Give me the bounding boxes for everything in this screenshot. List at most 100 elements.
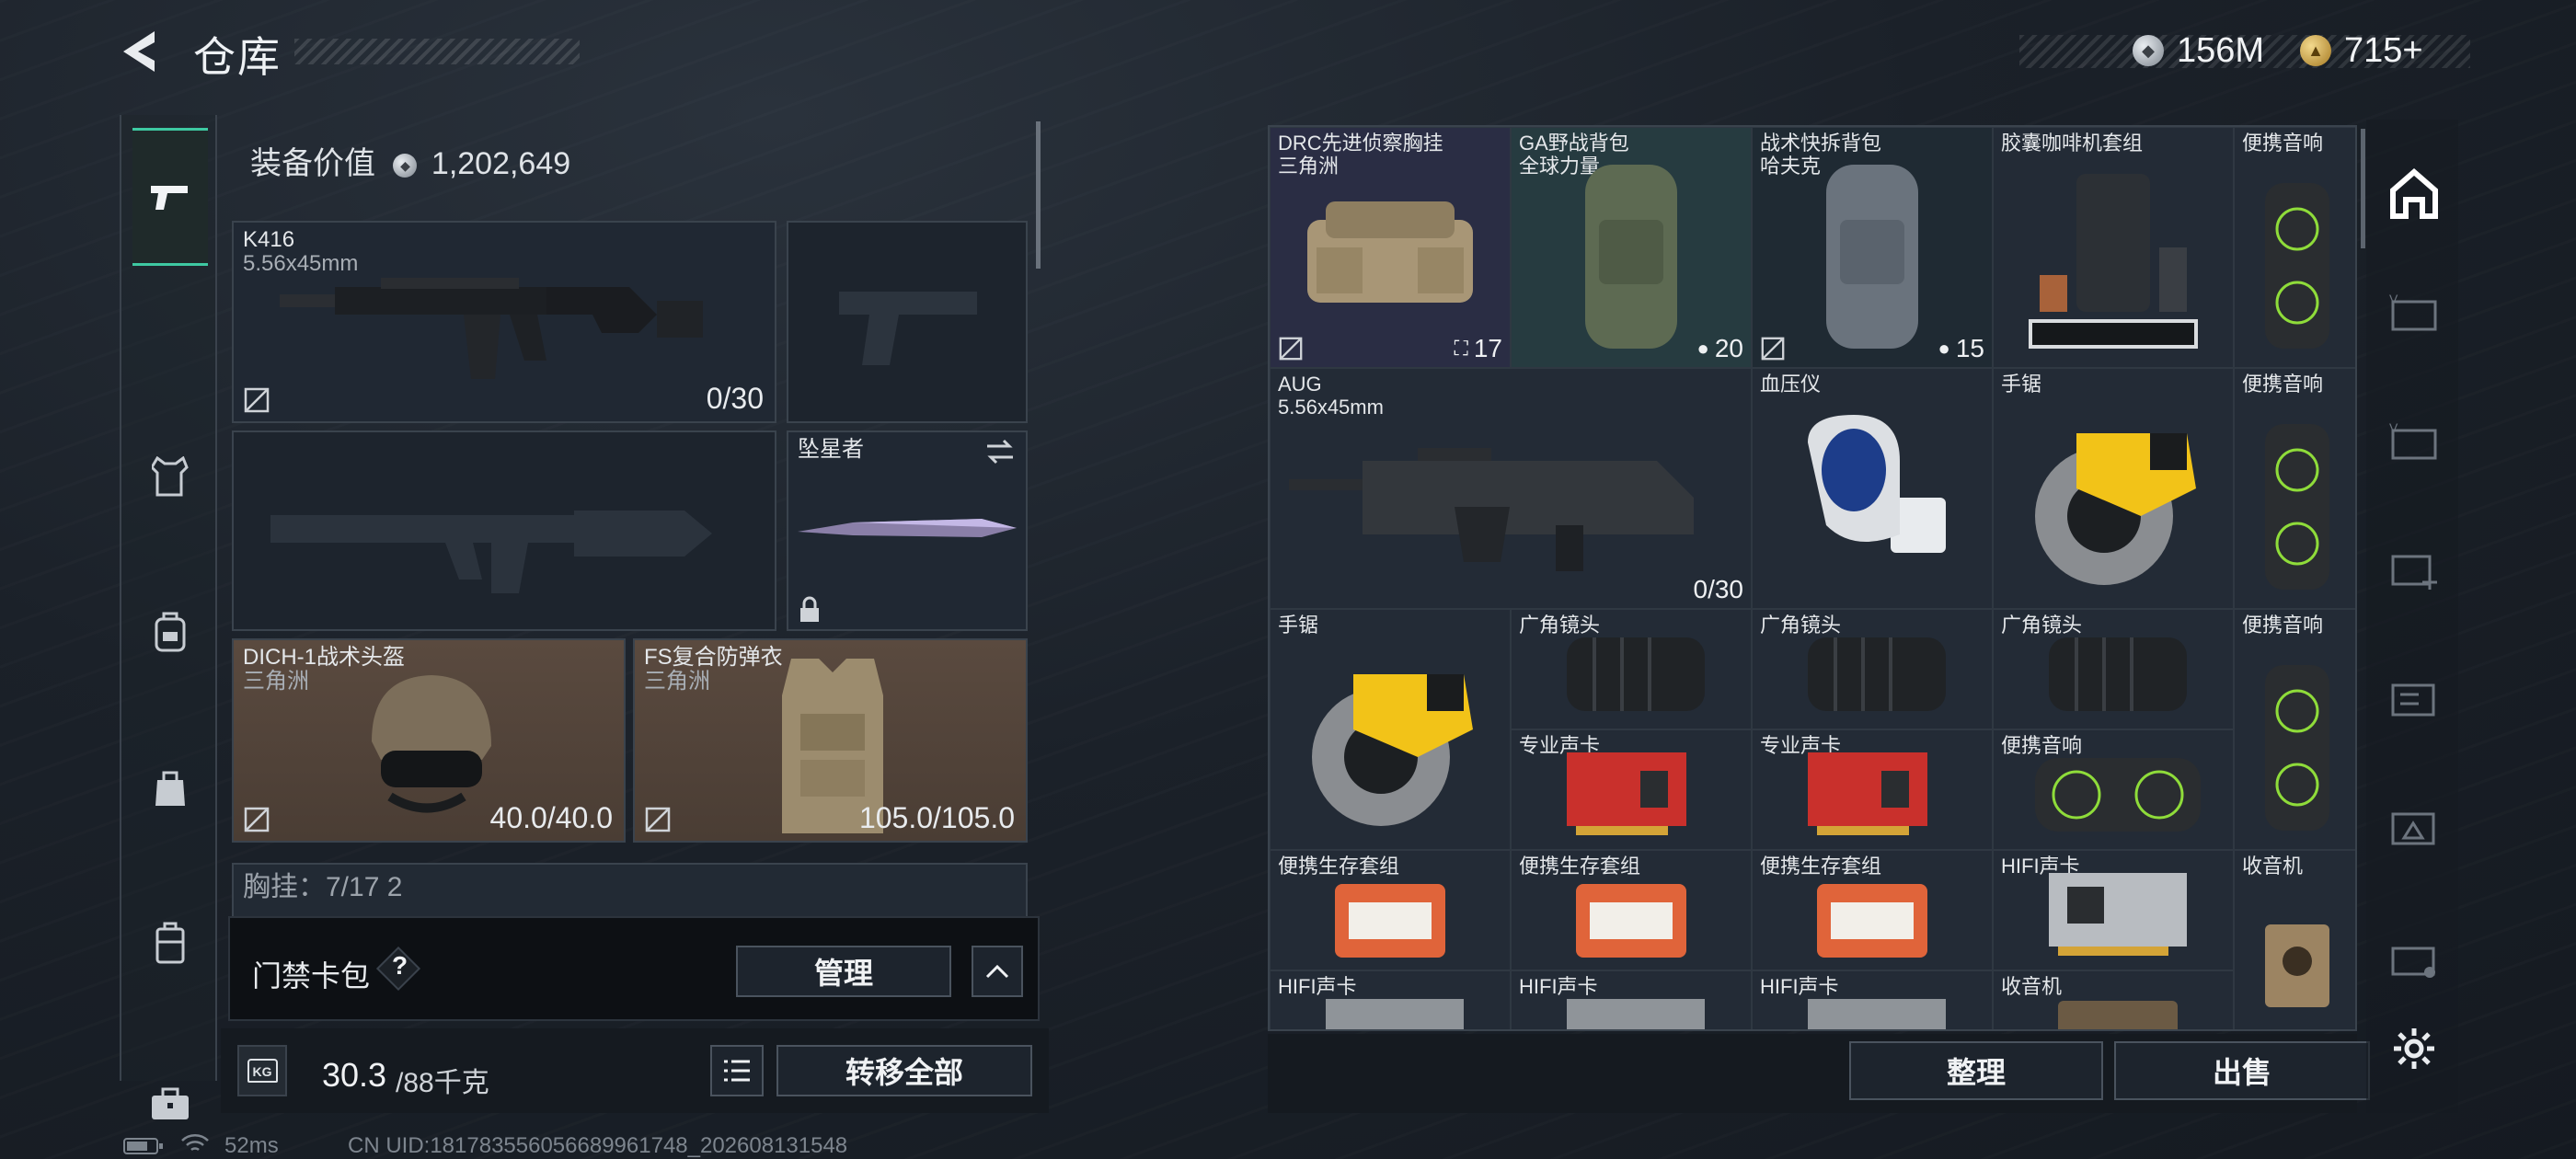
stash-item[interactable]: 手锯 — [1270, 609, 1511, 850]
sound-card-image — [1808, 752, 1927, 835]
stash-item[interactable]: 胶囊咖啡机套组 — [1993, 127, 2234, 368]
gold-currency-value: 715+ — [2344, 31, 2423, 70]
stash-item[interactable]: 战术快拆背包 哈夫克 ● 15 — [1752, 127, 1993, 368]
item-name: DRC先进侦察胸挂 — [1278, 132, 1443, 155]
aug-rifle-image — [1289, 448, 1694, 571]
sidebar-item-armor[interactable] — [132, 407, 208, 545]
equipment-value-row: 装备价值 ◆ 1,202,649 — [250, 138, 570, 183]
swap-icon[interactable] — [983, 438, 1017, 465]
page-title: 仓库 — [193, 33, 282, 81]
stash-item[interactable]: HIFI声卡 — [1270, 970, 1511, 1029]
coffee-machine-image — [2029, 174, 2198, 349]
backpack-icon: ● — [1938, 337, 1950, 360]
manage-button[interactable]: 管理 — [736, 946, 951, 997]
helmet-durability: 40.0/40.0 — [489, 801, 613, 834]
stash-item[interactable]: 便携音响 — [1993, 729, 2234, 850]
hifi-card-image — [1326, 999, 1464, 1029]
item-name: 手锯 — [1278, 614, 1319, 637]
helmet-slot[interactable]: DICH-1战术头盔 三角洲 40.0/40.0 — [232, 638, 626, 843]
no-insure-icon — [244, 387, 270, 413]
stash-item[interactable]: HIFI声卡 — [1752, 970, 1993, 1029]
stash-tab-v2[interactable]: V — [2374, 396, 2455, 488]
stash-item[interactable]: 收音机 — [2234, 850, 2355, 1029]
backpack-image — [1826, 165, 1918, 349]
transfer-all-button[interactable]: 转移全部 — [776, 1045, 1032, 1096]
helmet-origin: 三角洲 — [243, 669, 309, 694]
primary-weapon-slot[interactable]: K416 5.56x45mm 0/30 — [232, 221, 776, 423]
stash-tab-v[interactable]: V — [2374, 267, 2455, 359]
item-name: 便携音响 — [2242, 614, 2324, 637]
list-icon — [724, 1060, 750, 1082]
sidebar-item-bag[interactable] — [132, 718, 208, 856]
survival-kit-image — [1576, 884, 1686, 958]
stash-item[interactable]: 专业声卡 — [1752, 729, 1993, 850]
stash-tab-gt[interactable] — [2374, 911, 2455, 1003]
item-name: 胶囊咖啡机套组 — [2001, 132, 2144, 155]
sidebar-item-weapon[interactable] — [132, 128, 208, 266]
case-icon — [155, 922, 185, 964]
no-insure-icon — [1761, 337, 1785, 361]
sell-button[interactable]: 出售 — [2114, 1041, 2370, 1100]
stash-scrollbar[interactable] — [2361, 129, 2365, 248]
back-arrow-icon[interactable] — [118, 28, 160, 75]
stash-item[interactable]: 广角镜头 — [1993, 609, 2234, 729]
sidebar-item-case[interactable] — [132, 874, 208, 1012]
circular-saw-image — [2035, 433, 2196, 585]
secondary-rifle-slot-empty[interactable] — [232, 430, 776, 631]
stash-tab-add[interactable] — [2374, 524, 2455, 616]
stash-item[interactable]: 便携生存套组 — [1752, 850, 1993, 970]
stash-item[interactable]: 便携音响 — [2234, 127, 2355, 368]
item-name: 便携音响 — [2242, 132, 2324, 155]
list-view-button[interactable] — [710, 1045, 764, 1096]
item-count: 17 — [1473, 334, 1502, 362]
stash-tab-iv[interactable] — [2374, 653, 2455, 745]
help-icon-text: ? — [392, 951, 408, 980]
rifle-silhouette-icon — [270, 511, 712, 593]
secondary-weapon-slot-empty[interactable] — [787, 221, 1028, 423]
settings-button[interactable] — [2374, 1003, 2455, 1095]
stash-item[interactable]: 便携音响 — [2234, 368, 2355, 609]
stash-item[interactable]: AUG 5.56x45mm 0/30 — [1270, 368, 1752, 609]
stash-item[interactable]: 专业声卡 — [1511, 729, 1752, 850]
hifi-card-image — [1808, 999, 1946, 1029]
equipment-scrollbar[interactable] — [1036, 121, 1041, 269]
item-name: 血压仪 — [1760, 373, 1822, 396]
stash-iv-icon — [2391, 812, 2435, 845]
stash-item[interactable]: GA野战背包 全球力量 ● 20 — [1511, 127, 1752, 368]
stash-item[interactable]: 广角镜头 — [1752, 609, 1993, 729]
weight-max: /88千克 — [396, 1068, 489, 1098]
stash-item[interactable]: 便携生存套组 — [1511, 850, 1752, 970]
weapon-name: K416 — [243, 227, 295, 252]
stash-item[interactable]: 便携生存套组 — [1270, 850, 1511, 970]
gold-coin-icon: ▲ — [2300, 35, 2331, 66]
item-name: 便携音响 — [2242, 373, 2324, 396]
camera-lens-image — [2049, 637, 2187, 711]
collapse-button[interactable] — [972, 946, 1023, 997]
stash-grid: DRC先进侦察胸挂 三角洲 ⛶ 17 GA野战背包 全球力量 ● 20 战术快拆背包 哈夫… — [1268, 125, 2357, 1031]
stash-item[interactable]: HIFI声卡 — [1993, 850, 2234, 970]
weight-current: 30.3 — [322, 1056, 387, 1094]
stash-item[interactable]: 收音机 — [1993, 970, 2234, 1029]
stash-item[interactable]: 便携音响 — [2234, 609, 2355, 850]
stash-item[interactable]: HIFI声卡 — [1511, 970, 1752, 1029]
stash-item[interactable]: 血压仪 — [1752, 368, 1993, 609]
chest-rig-image — [1307, 201, 1473, 303]
stash-item[interactable]: 手锯 — [1993, 368, 2234, 609]
sidebar-item-backpack[interactable] — [132, 563, 208, 701]
stash-tab-iv2[interactable] — [2374, 782, 2455, 874]
backpack-icon: ● — [1696, 337, 1709, 360]
survival-kit-image — [1335, 884, 1445, 958]
chest-rig-label: 胸挂：7/17 2 — [243, 872, 403, 902]
armor-slot[interactable]: FS复合防弹衣 三角洲 105.0/105.0 — [633, 638, 1028, 843]
item-name: 手锯 — [2001, 373, 2042, 396]
svg-text:V: V — [2389, 293, 2398, 306]
melee-slot[interactable]: 坠星者 — [787, 430, 1028, 631]
add-stash-icon — [2391, 555, 2437, 590]
sort-button[interactable]: 整理 — [1849, 1041, 2103, 1100]
stash-item[interactable]: 广角镜头 — [1511, 609, 1752, 729]
item-name: GA野战背包 — [1519, 132, 1629, 155]
stash-item[interactable]: DRC先进侦察胸挂 三角洲 ⛶ 17 — [1270, 127, 1511, 368]
chest-rig-row[interactable]: 胸挂：7/17 2 — [232, 863, 1028, 918]
stash-tab-all[interactable] — [2374, 147, 2455, 239]
home-stash-icon — [2390, 168, 2438, 219]
